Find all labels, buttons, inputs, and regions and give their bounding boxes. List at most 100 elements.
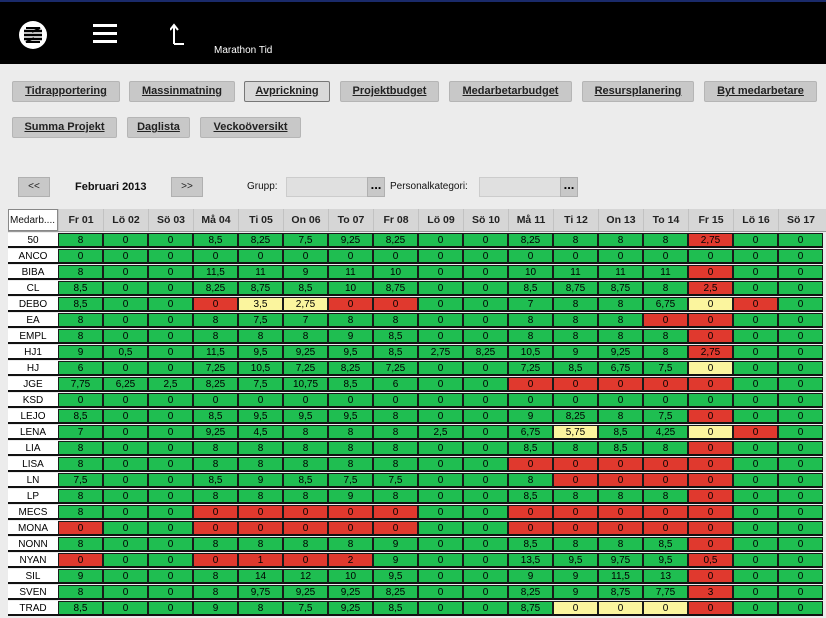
time-cell[interactable]: 0 xyxy=(643,521,688,536)
time-cell[interactable]: 8 xyxy=(193,569,238,584)
time-cell[interactable]: 0 xyxy=(148,249,193,264)
up-arrow-icon[interactable] xyxy=(170,22,186,46)
time-cell[interactable]: 8 xyxy=(283,537,328,552)
time-cell[interactable]: 0 xyxy=(733,393,778,408)
time-cell[interactable]: 11,5 xyxy=(193,345,238,360)
time-cell[interactable]: 0 xyxy=(688,425,733,440)
time-cell[interactable]: 8,75 xyxy=(598,281,643,296)
time-cell[interactable]: 0 xyxy=(553,457,598,472)
time-cell[interactable]: 0 xyxy=(778,233,823,248)
time-cell[interactable]: 8 xyxy=(373,457,418,472)
time-cell[interactable]: 0 xyxy=(643,313,688,328)
time-cell[interactable]: 8 xyxy=(598,409,643,424)
time-cell[interactable]: 8,25 xyxy=(238,233,283,248)
time-cell[interactable]: 9 xyxy=(373,537,418,552)
time-cell[interactable]: 0 xyxy=(373,521,418,536)
time-cell[interactable]: 0 xyxy=(418,313,463,328)
time-cell[interactable]: 0 xyxy=(58,521,103,536)
time-cell[interactable]: 0 xyxy=(778,457,823,472)
time-cell[interactable]: 9 xyxy=(553,345,598,360)
time-cell[interactable]: 8,25 xyxy=(463,345,508,360)
time-cell[interactable]: 0 xyxy=(418,409,463,424)
time-cell[interactable]: 0 xyxy=(463,521,508,536)
time-cell[interactable]: 8,5 xyxy=(598,441,643,456)
time-cell[interactable]: 8,5 xyxy=(643,537,688,552)
nav-byt-medarbetare-button[interactable]: Byt medarbetare xyxy=(704,81,817,102)
time-cell[interactable]: 0 xyxy=(148,457,193,472)
time-cell[interactable]: 9,75 xyxy=(598,553,643,568)
time-cell[interactable]: 0 xyxy=(463,569,508,584)
time-cell[interactable]: 0 xyxy=(463,233,508,248)
time-cell[interactable]: 0 xyxy=(103,553,148,568)
time-cell[interactable]: 0 xyxy=(58,553,103,568)
time-cell[interactable]: 8 xyxy=(553,329,598,344)
time-cell[interactable]: 0 xyxy=(103,281,148,296)
time-cell[interactable]: 0 xyxy=(193,553,238,568)
time-cell[interactable]: 0 xyxy=(418,553,463,568)
time-cell[interactable]: 8 xyxy=(58,537,103,552)
time-cell[interactable]: 8 xyxy=(643,281,688,296)
time-cell[interactable]: 8 xyxy=(238,601,283,616)
time-cell[interactable]: 8 xyxy=(283,457,328,472)
time-cell[interactable]: 0 xyxy=(778,473,823,488)
time-cell[interactable]: 7,5 xyxy=(238,377,283,392)
category-picker-button[interactable]: ... xyxy=(560,177,578,197)
time-cell[interactable]: 8,5 xyxy=(193,473,238,488)
time-cell[interactable]: 9 xyxy=(328,489,373,504)
time-cell[interactable]: 2,75 xyxy=(688,233,733,248)
time-cell[interactable]: 8 xyxy=(373,409,418,424)
time-cell[interactable]: 8,75 xyxy=(553,281,598,296)
time-cell[interactable]: 8,5 xyxy=(193,409,238,424)
time-cell[interactable]: 0,5 xyxy=(103,345,148,360)
time-cell[interactable]: 8,5 xyxy=(283,281,328,296)
time-cell[interactable]: 9,5 xyxy=(238,409,283,424)
time-cell[interactable]: 0 xyxy=(553,393,598,408)
time-cell[interactable]: 0 xyxy=(508,393,553,408)
time-cell[interactable]: 0 xyxy=(463,537,508,552)
time-cell[interactable]: 11,5 xyxy=(193,265,238,280)
time-cell[interactable]: 8,5 xyxy=(508,441,553,456)
time-cell[interactable]: 0 xyxy=(688,329,733,344)
time-cell[interactable]: 0 xyxy=(688,361,733,376)
time-cell[interactable]: 8 xyxy=(193,489,238,504)
time-cell[interactable]: 0 xyxy=(778,345,823,360)
day-header[interactable]: Lö 02 xyxy=(103,209,148,231)
time-cell[interactable]: 9 xyxy=(553,585,598,600)
nav-veckooversikt-button[interactable]: Veckoöversikt xyxy=(200,117,301,138)
time-cell[interactable]: 6,75 xyxy=(508,425,553,440)
time-cell[interactable]: 0 xyxy=(463,409,508,424)
time-cell[interactable]: 11 xyxy=(643,265,688,280)
time-cell[interactable]: 9,5 xyxy=(328,409,373,424)
time-cell[interactable]: 0 xyxy=(778,297,823,312)
time-cell[interactable]: 8,5 xyxy=(373,601,418,616)
time-cell[interactable]: 0 xyxy=(733,569,778,584)
time-cell[interactable]: 8,5 xyxy=(58,601,103,616)
time-cell[interactable]: 0 xyxy=(418,297,463,312)
time-cell[interactable]: 8 xyxy=(58,585,103,600)
time-cell[interactable]: 2 xyxy=(328,553,373,568)
time-cell[interactable]: 0 xyxy=(553,505,598,520)
time-cell[interactable]: 0 xyxy=(283,553,328,568)
time-cell[interactable]: 0 xyxy=(148,553,193,568)
time-cell[interactable]: 8 xyxy=(283,425,328,440)
day-header[interactable]: Ti 12 xyxy=(553,209,598,231)
time-cell[interactable]: 0 xyxy=(688,409,733,424)
time-cell[interactable]: 11,5 xyxy=(598,569,643,584)
time-cell[interactable]: 0 xyxy=(778,425,823,440)
time-cell[interactable]: 6,75 xyxy=(598,361,643,376)
time-cell[interactable]: 7,75 xyxy=(643,585,688,600)
time-cell[interactable]: 0 xyxy=(103,393,148,408)
time-cell[interactable]: 0 xyxy=(508,505,553,520)
time-cell[interactable]: 8 xyxy=(598,537,643,552)
time-cell[interactable]: 0 xyxy=(598,393,643,408)
nav-medarbetarbudget-button[interactable]: Medarbetarbudget xyxy=(449,81,572,102)
time-cell[interactable]: 0 xyxy=(148,297,193,312)
time-cell[interactable]: 7,5 xyxy=(328,473,373,488)
time-cell[interactable]: 8 xyxy=(643,489,688,504)
time-cell[interactable]: 8 xyxy=(328,425,373,440)
time-cell[interactable]: 8 xyxy=(508,313,553,328)
time-cell[interactable]: 9,5 xyxy=(643,553,688,568)
time-cell[interactable]: 11 xyxy=(328,265,373,280)
time-cell[interactable]: 6 xyxy=(373,377,418,392)
time-cell[interactable]: 0 xyxy=(688,457,733,472)
